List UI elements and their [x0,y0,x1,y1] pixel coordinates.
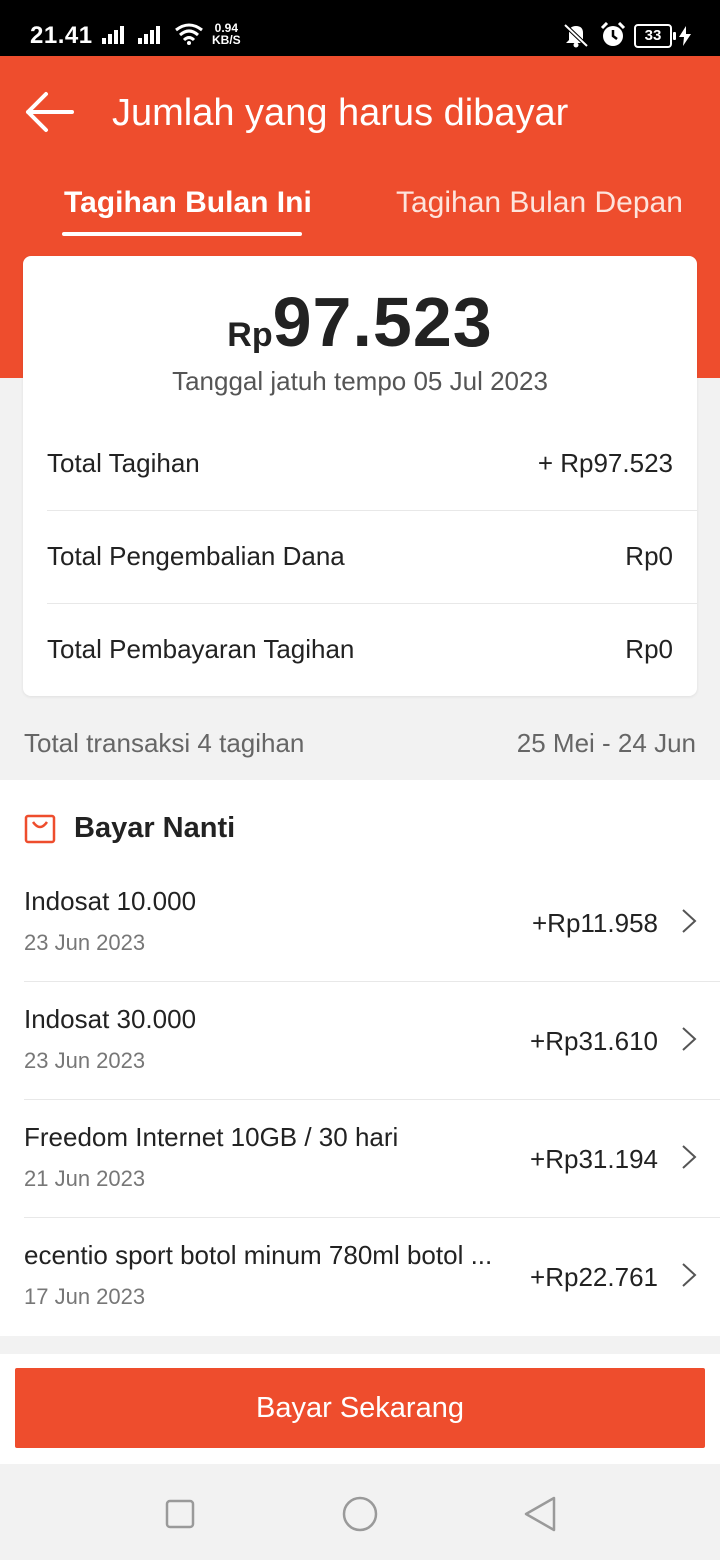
transaction-date: 21 Jun 2023 [24,1166,146,1191]
summary-label: Total Tagihan [47,448,200,478]
tab-this-month[interactable]: Tagihan Bulan Ini [64,186,312,220]
transaction-row[interactable]: ecentio sport botol minum 780ml botol ..… [0,1218,720,1336]
signal-icon-2 [138,24,166,44]
chevron-right-icon [682,1027,697,1051]
pay-now-button[interactable]: Bayar Sekarang [15,1368,705,1448]
summary-value: Rp0 [625,541,673,571]
transaction-list: Bayar Nanti Indosat 10.000 23 Jun 2023 +… [0,780,720,1336]
transaction-name: Freedom Internet 10GB / 30 hari [24,1122,399,1152]
signal-icon [102,24,130,44]
transaction-name: ecentio sport botol minum 780ml botol ..… [24,1240,493,1270]
chevron-right-icon [682,1145,697,1169]
pay-bar: Bayar Sekarang [0,1354,720,1464]
transaction-count: Total transaksi 4 tagihan [24,728,305,758]
chevron-right-icon [682,909,697,933]
amount-value: 97.523 [272,283,493,361]
net-speed-unit: KB/S [212,33,241,47]
transaction-row[interactable]: Freedom Internet 10GB / 30 hari 21 Jun 2… [0,1100,720,1218]
due-date: Tanggal jatuh tempo 05 Jul 2023 [172,366,548,396]
transaction-date: 23 Jun 2023 [24,1048,146,1073]
transaction-name: Indosat 30.000 [24,1004,197,1034]
home-icon[interactable] [340,1494,380,1534]
section-title: Bayar Nanti [74,812,236,844]
transaction-date: 23 Jun 2023 [24,930,146,955]
summary-value: + Rp97.523 [537,448,673,478]
bill-summary-card: Rp97.523 Tanggal jatuh tempo 05 Jul 2023… [23,256,697,696]
recent-apps-icon[interactable] [160,1494,200,1534]
mute-icon [563,23,589,48]
chevron-right-icon [682,1263,697,1287]
section-header: Bayar Nanti [0,780,720,876]
transaction-date: 17 Jun 2023 [24,1284,146,1309]
status-bar: 21.41 0.94 KB/S 33 [0,0,720,56]
summary-label: Total Pengembalian Dana [47,541,345,571]
page-title: Jumlah yang harus dibayar [112,92,569,134]
net-speed: 0.94 KB/S [212,22,241,46]
transaction-range-row: Total transaksi 4 tagihan 25 Mei - 24 Ju… [0,714,720,770]
tab-next-month[interactable]: Tagihan Bulan Depan [396,186,683,220]
alarm-icon [600,22,626,46]
transaction-name: Indosat 10.000 [24,886,197,916]
summary-label: Total Pembayaran Tagihan [47,634,355,664]
transaction-row[interactable]: Indosat 30.000 23 Jun 2023 +Rp31.610 [0,982,720,1100]
transaction-amount: +Rp22.761 [530,1262,658,1292]
summary-row-payment: Total Pembayaran Tagihan Rp0 [47,604,673,696]
back-arrow-icon[interactable] [24,86,76,138]
summary-value: Rp0 [625,634,673,664]
summary-row-total-bill: Total Tagihan + Rp97.523 [47,418,673,510]
battery-indicator: 33 [634,24,676,48]
navigation-bar [0,1464,720,1560]
charging-icon [679,26,691,46]
bill-amount: Rp97.523 [23,282,697,362]
transaction-amount: +Rp31.610 [530,1026,658,1056]
back-nav-icon[interactable] [520,1494,560,1534]
transaction-amount: +Rp31.194 [530,1144,658,1174]
transaction-amount: +Rp11.958 [531,908,658,938]
active-tab-indicator [62,232,302,236]
status-time: 21.41 [30,22,93,49]
shopping-bag-icon [24,814,56,844]
summary-row-refund: Total Pengembalian Dana Rp0 [47,511,673,603]
transaction-row[interactable]: Indosat 10.000 23 Jun 2023 +Rp11.958 [0,864,720,982]
wifi-icon [175,23,203,45]
amount-currency: Rp [227,316,273,354]
date-range: 25 Mei - 24 Jun [516,728,696,758]
